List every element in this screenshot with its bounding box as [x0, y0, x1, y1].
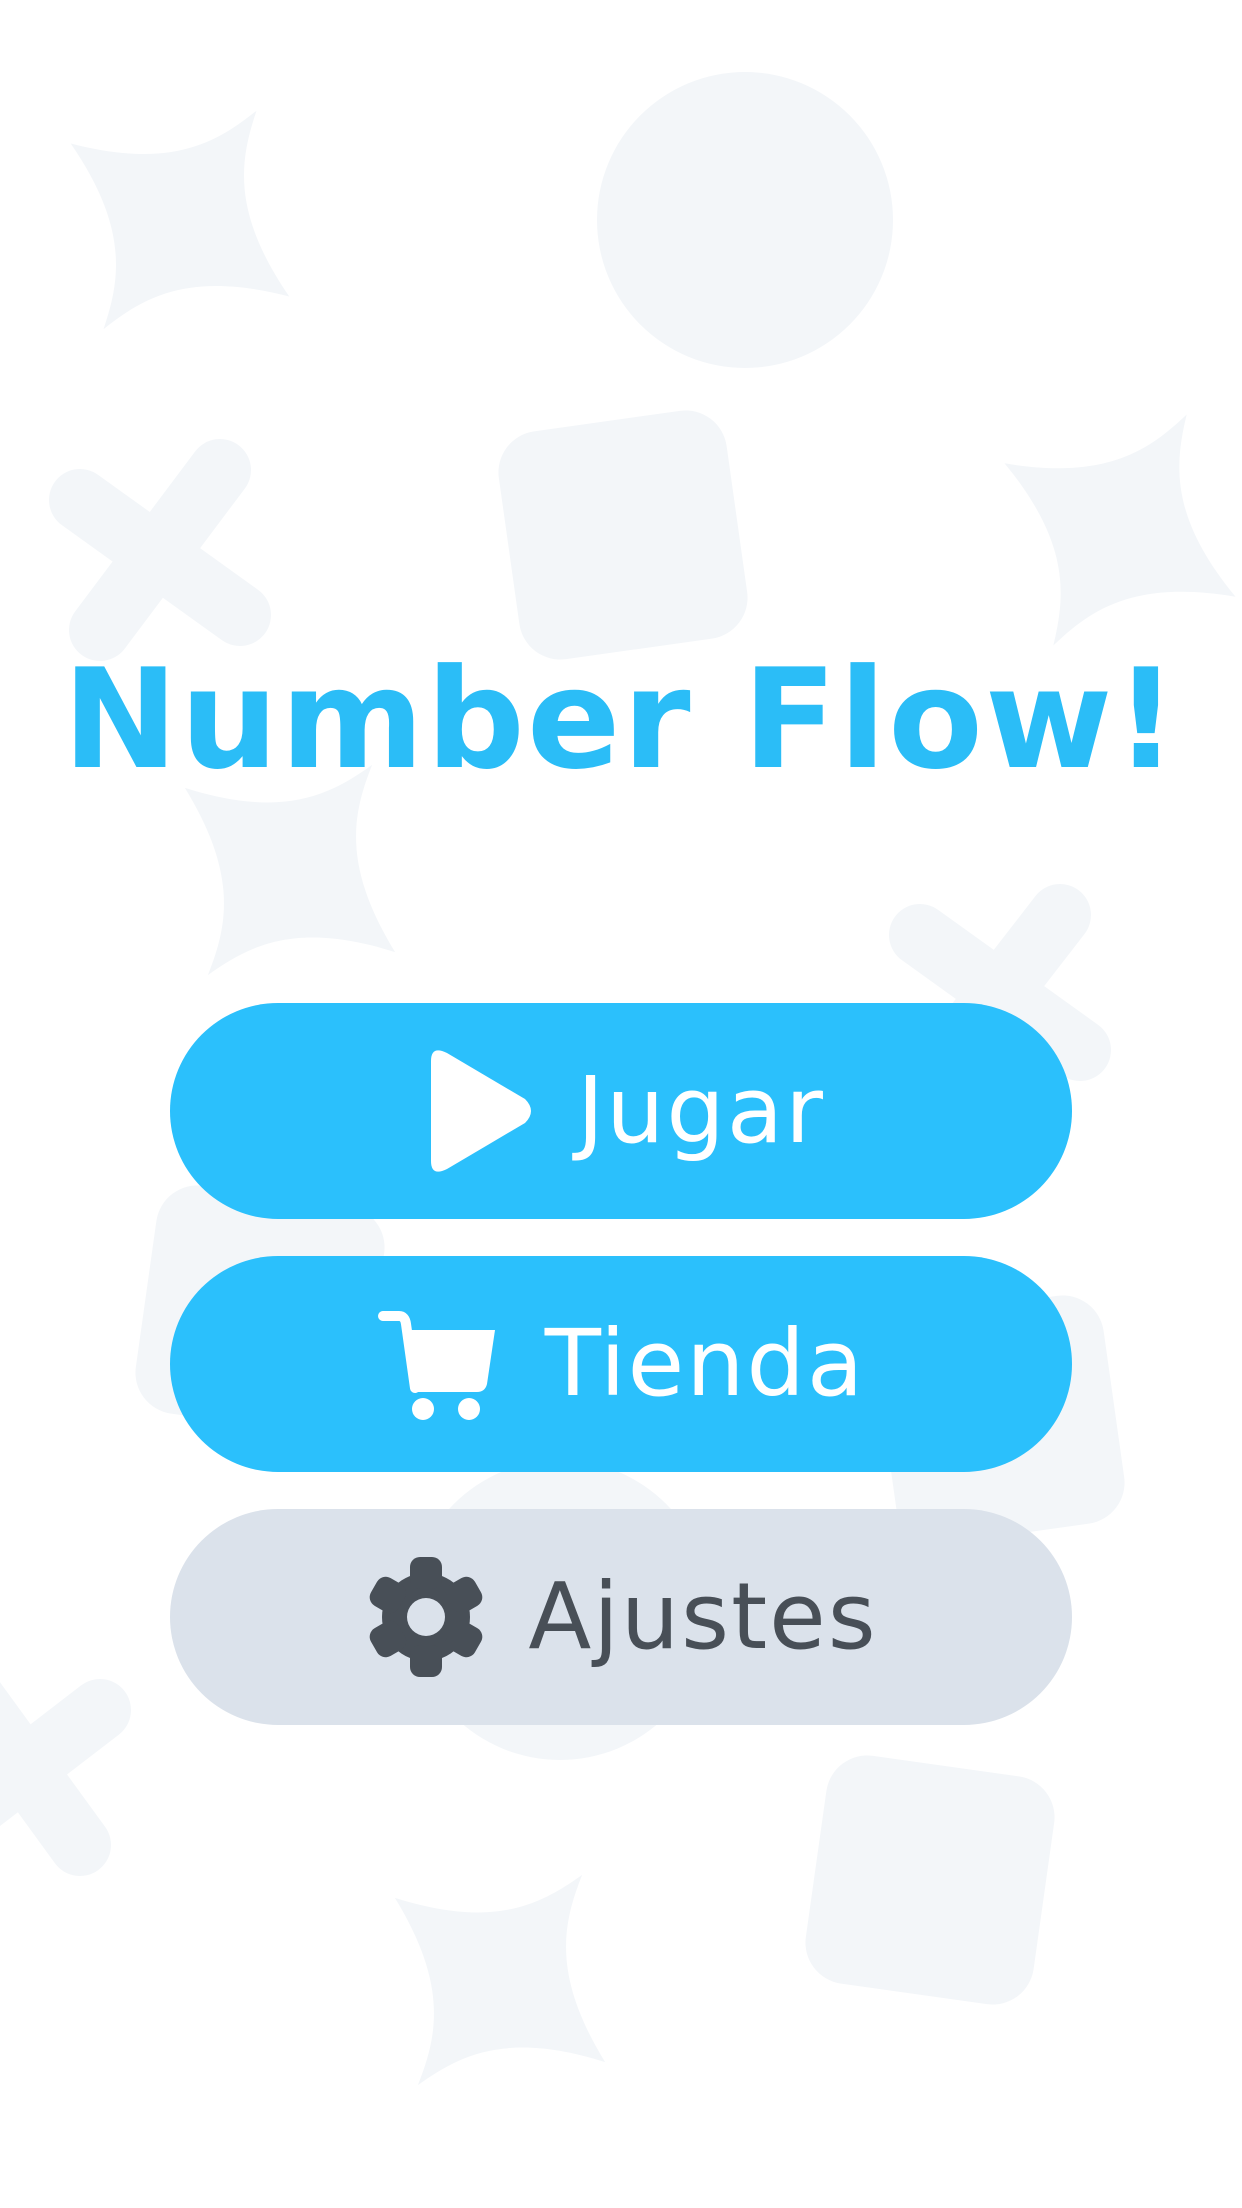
- bg-star-shape: [0, 34, 366, 406]
- shop-button-label: Tienda: [544, 1310, 866, 1417]
- cart-icon: [377, 1308, 505, 1420]
- bg-square-shape: [805, 1755, 1055, 2005]
- play-icon: [417, 1043, 537, 1179]
- bg-star-shape: [312, 1792, 688, 2168]
- bg-square-shape: [498, 410, 748, 660]
- bg-cross-shape: [49, 439, 271, 661]
- game-title: Number Flow!: [62, 639, 1180, 800]
- play-button-label: Jugar: [576, 1057, 826, 1164]
- settings-button-label: Ajustes: [528, 1563, 878, 1670]
- shop-button[interactable]: Tienda: [170, 1256, 1072, 1472]
- settings-button[interactable]: Ajustes: [170, 1509, 1072, 1725]
- gear-icon: [364, 1555, 488, 1679]
- play-button[interactable]: Jugar: [170, 1003, 1072, 1219]
- bg-circle-shape: [597, 72, 893, 368]
- bg-cross-shape: [0, 1679, 131, 1876]
